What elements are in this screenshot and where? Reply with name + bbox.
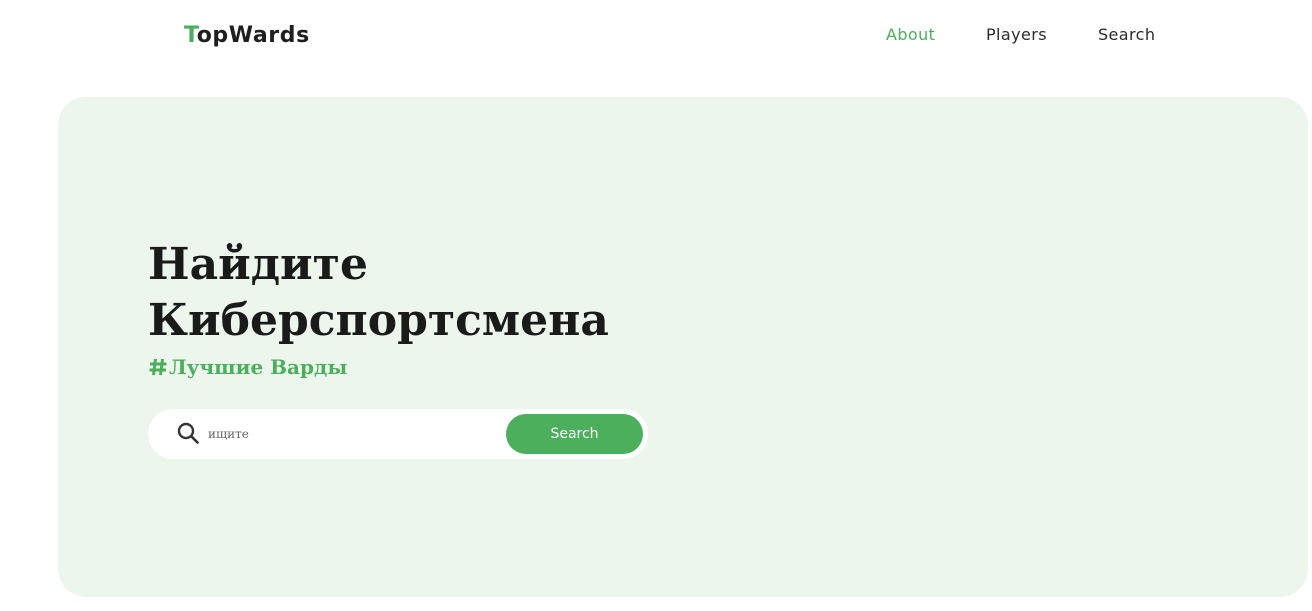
page: TopWards About Players Search Найдите Ки… bbox=[0, 0, 1312, 611]
nav-link-players[interactable]: Players bbox=[986, 24, 1098, 46]
logo-initial: T bbox=[184, 23, 197, 48]
logo-text: opWards bbox=[196, 23, 310, 48]
search-input[interactable] bbox=[208, 423, 498, 445]
main-nav: About Players Search bbox=[886, 24, 1155, 46]
magnifier-icon bbox=[177, 422, 199, 444]
nav-link-search[interactable]: Search bbox=[1098, 24, 1155, 46]
hero-title: Найдите Киберспортсмена bbox=[148, 237, 708, 349]
search-button[interactable]: Search bbox=[506, 414, 643, 454]
brand-logo[interactable]: TopWards bbox=[184, 21, 310, 51]
search-form: Search bbox=[148, 409, 648, 459]
hero-title-line-1: Найдите bbox=[148, 239, 368, 290]
hero-section: Найдите Киберспортсмена Лучшие Варды Sea… bbox=[58, 97, 1308, 597]
hashtag-icon bbox=[149, 358, 167, 376]
nav-link-about[interactable]: About bbox=[886, 24, 986, 46]
tagline-text: Лучшие Варды bbox=[169, 355, 348, 379]
hero-tagline: Лучшие Варды bbox=[148, 353, 347, 381]
hero-title-line-2: Киберспортсмена bbox=[148, 295, 609, 346]
